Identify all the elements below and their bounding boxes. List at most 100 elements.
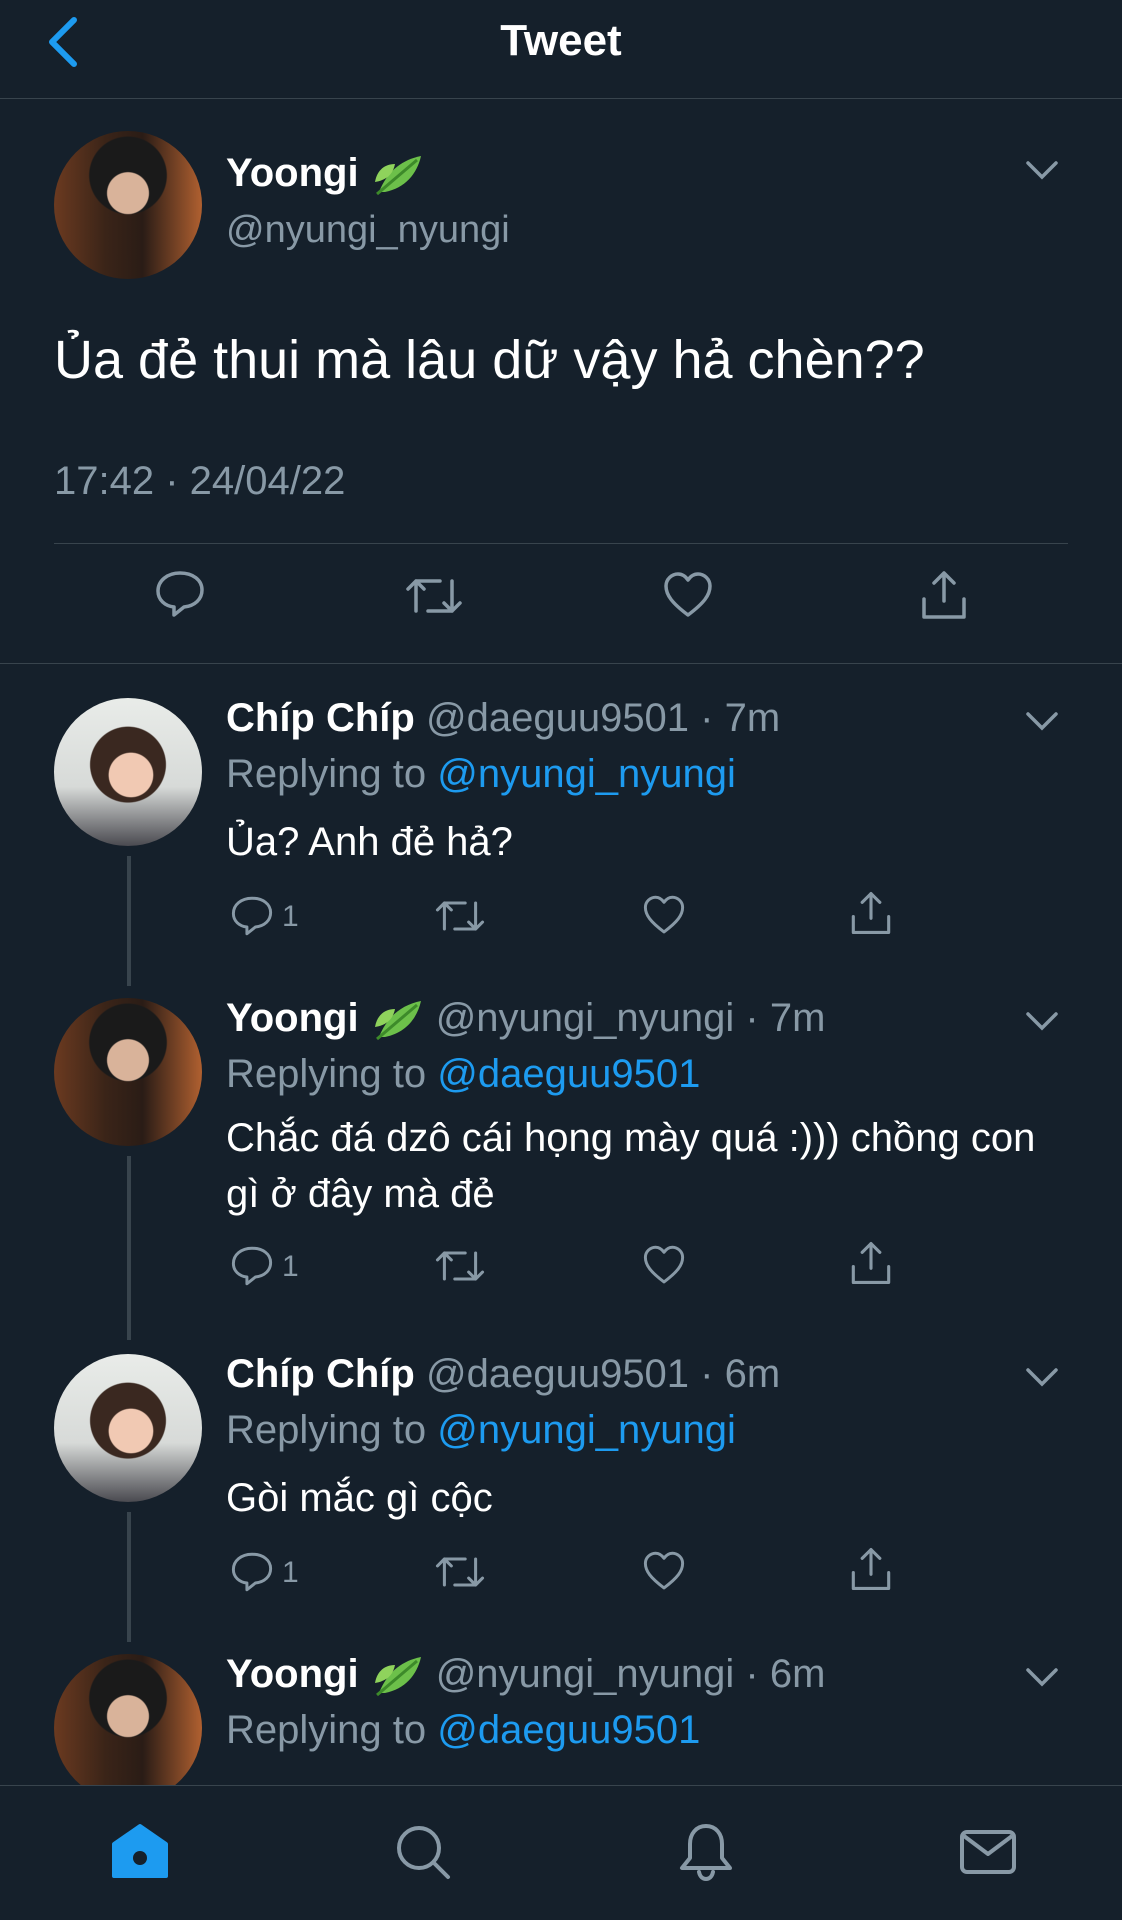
avatar[interactable] [54, 998, 202, 1146]
author-name[interactable]: Chíp Chíp [226, 696, 415, 740]
reply-icon [231, 1246, 273, 1286]
author-name[interactable]: Yoongi [226, 149, 425, 198]
reply-text: Gòi mắc gì cộc [226, 1476, 493, 1520]
reply-icon [231, 896, 273, 936]
reply-button[interactable] [230, 894, 274, 943]
reply-count: 1 [282, 1556, 299, 1589]
share-icon [851, 891, 891, 935]
reply-time: 7m [724, 696, 781, 740]
reply-time: 6m [769, 1652, 826, 1696]
like-icon [643, 1245, 685, 1284]
more-options-button[interactable] [1022, 1000, 1062, 1040]
share-icon [851, 1241, 891, 1285]
reply-button[interactable] [154, 569, 206, 624]
bottom-tab-bar [0, 1785, 1122, 1920]
retweet-button[interactable] [434, 896, 486, 941]
retweet-button[interactable] [404, 573, 464, 624]
retweet-button[interactable] [434, 1246, 486, 1291]
page-title: Tweet [500, 16, 622, 65]
like-icon [664, 572, 712, 617]
reply-time: 6m [724, 1352, 781, 1396]
like-icon [643, 1551, 685, 1590]
reply-text: Ủa? Anh đẻ hả? [226, 820, 513, 864]
retweet-icon [406, 579, 462, 613]
chevron-down-icon [1026, 161, 1058, 180]
home-icon [112, 1824, 168, 1878]
chevron-down-icon [1026, 1012, 1058, 1031]
more-options-button[interactable] [1022, 1656, 1062, 1696]
reply-header: Yoongi @nyungi_nyungi · 6m [226, 1648, 825, 1700]
replying-to: Replying to @nyungi_nyungi [226, 748, 736, 800]
replying-to: Replying to @daeguu9501 [226, 1704, 700, 1756]
tweet-actions [0, 569, 1122, 639]
tab-notifications[interactable] [676, 1822, 736, 1882]
share-button[interactable] [848, 1546, 894, 1597]
reply-time: 7m [769, 996, 826, 1040]
reply-button[interactable] [230, 1550, 274, 1599]
more-options-button[interactable] [1022, 1356, 1062, 1396]
share-button[interactable] [918, 569, 970, 626]
leaf-emoji-icon [374, 1657, 421, 1697]
mention-link[interactable]: @daeguu9501 [437, 1708, 700, 1752]
reply-header: Yoongi @nyungi_nyungi · 7m [226, 992, 825, 1044]
avatar[interactable] [54, 1354, 202, 1502]
reply-header: Chíp Chíp @daeguu9501 · 6m [226, 1352, 781, 1396]
author-handle[interactable]: @nyungi_nyungi [436, 996, 735, 1040]
tab-home[interactable] [110, 1822, 170, 1882]
avatar[interactable] [54, 1654, 202, 1802]
reply-button[interactable] [230, 1244, 274, 1293]
reply-actions: 1 [226, 1241, 946, 1294]
replying-label: Replying to [226, 1408, 427, 1452]
reply-count: 1 [282, 900, 299, 933]
tab-search[interactable] [393, 1822, 453, 1882]
more-options-button[interactable] [1022, 700, 1062, 740]
like-button[interactable] [642, 1244, 686, 1291]
retweet-button[interactable] [434, 1552, 486, 1597]
like-button[interactable] [642, 1550, 686, 1597]
chevron-down-icon [1026, 1368, 1058, 1387]
author-name[interactable]: Yoongi [226, 996, 359, 1040]
tweet-text: Ủa đẻ thui mà lâu dữ vậy hả chèn?? [54, 330, 925, 390]
share-button[interactable] [848, 1240, 894, 1291]
like-button[interactable] [642, 894, 686, 941]
author-name[interactable]: Yoongi [226, 1652, 359, 1696]
author-handle[interactable]: @daeguu9501 [426, 1352, 689, 1396]
author-handle[interactable]: @nyungi_nyungi [436, 1652, 735, 1696]
mention-link[interactable]: @nyungi_nyungi [437, 1408, 736, 1452]
author-handle[interactable]: @nyungi_nyungi [226, 207, 510, 253]
retweet-icon [435, 1251, 485, 1281]
leaf-emoji-icon [374, 156, 421, 196]
reply-actions: 1 [226, 891, 946, 944]
reply-icon [231, 1552, 273, 1592]
more-options-button[interactable] [1022, 149, 1062, 189]
mail-icon [960, 1830, 1016, 1874]
top-bar: Tweet [0, 0, 1122, 99]
share-icon [922, 571, 966, 619]
bell-icon [680, 1824, 732, 1882]
main-tweet: Yoongi @nyungi_nyungi Ủa đẻ thui mà lâu … [0, 99, 1122, 664]
thread-line [127, 1512, 131, 1642]
avatar[interactable] [54, 698, 202, 846]
avatar[interactable] [54, 131, 202, 279]
leaf-emoji-icon [374, 1001, 421, 1041]
thread-line [127, 1156, 131, 1340]
share-button[interactable] [848, 890, 894, 941]
reply-text: Chắc đá dzô cái họng mày quá :))) chồng … [226, 1116, 1036, 1216]
search-icon [397, 1826, 450, 1879]
chevron-down-icon [1026, 712, 1058, 731]
replying-label: Replying to [226, 1708, 427, 1752]
author-handle[interactable]: @daeguu9501 [426, 696, 689, 740]
mention-link[interactable]: @daeguu9501 [437, 1052, 700, 1096]
tab-messages[interactable] [958, 1822, 1018, 1882]
replying-to: Replying to @nyungi_nyungi [226, 1404, 736, 1456]
replying-label: Replying to [226, 752, 427, 796]
author-name[interactable]: Chíp Chíp [226, 1352, 415, 1396]
tweet-timestamp[interactable]: 17:42 · 24/04/22 [54, 457, 345, 505]
like-button[interactable] [662, 571, 714, 624]
like-icon [643, 895, 685, 934]
replying-to: Replying to @daeguu9501 [226, 1048, 700, 1100]
divider [54, 543, 1068, 544]
share-icon [851, 1547, 891, 1591]
retweet-icon [435, 901, 485, 931]
mention-link[interactable]: @nyungi_nyungi [437, 752, 736, 796]
